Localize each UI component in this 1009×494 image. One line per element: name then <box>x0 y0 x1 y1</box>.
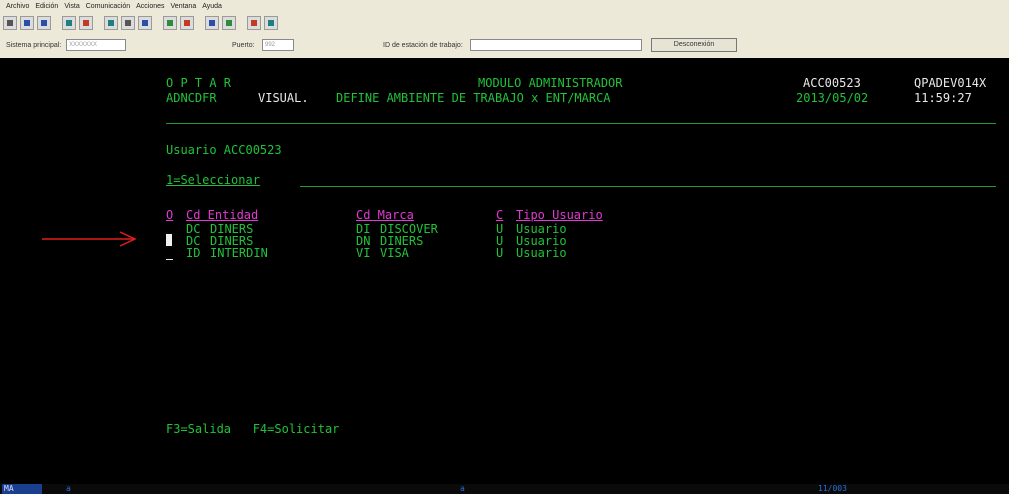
screen-mode: VISUAL. <box>258 91 309 105</box>
header-type: Tipo Usuario <box>516 208 603 222</box>
port-field[interactable]: 992 <box>262 39 294 51</box>
screen-module: MODULO ADMINISTRADOR <box>478 76 623 90</box>
display2-icon[interactable] <box>222 16 236 30</box>
option-separator <box>300 186 996 187</box>
paste-icon[interactable] <box>37 16 51 30</box>
annotation-arrow-icon <box>42 231 137 247</box>
port-label: Puerto: <box>232 42 255 49</box>
send-icon[interactable] <box>62 16 76 30</box>
header-type-code: C <box>496 208 504 222</box>
row2-option-cursor[interactable] <box>166 234 172 246</box>
screen-user-id: ACC00523 <box>803 76 861 90</box>
menu-bar: Archivo Edición Vista Comunicación Accio… <box>0 0 1009 12</box>
menu-comunicacion[interactable]: Comunicación <box>86 3 130 10</box>
header-entity: Cd Entidad <box>186 208 259 222</box>
menu-ayuda[interactable]: Ayuda <box>202 3 222 10</box>
status-indicator-2: a <box>460 484 465 493</box>
macro2-icon[interactable] <box>121 16 135 30</box>
screen-title: DEFINE AMBIENTE DE TRABAJO x ENT/MARCA <box>336 91 611 105</box>
macro-icon[interactable] <box>104 16 118 30</box>
screen-system-name: O P T A R <box>166 76 232 90</box>
row3-entity-code: ID <box>186 246 201 260</box>
print-icon[interactable] <box>3 16 17 30</box>
menu-acciones[interactable]: Acciones <box>136 3 164 10</box>
row3-type: Usuario <box>516 246 567 260</box>
row3-brand: VISA <box>380 246 409 260</box>
cursor-position: 11/003 <box>818 484 847 493</box>
header-separator <box>166 123 996 124</box>
row3-brand-code: VI <box>356 246 371 260</box>
row3-option-field[interactable] <box>166 259 173 260</box>
toolbar <box>0 12 1009 34</box>
globe-icon[interactable] <box>247 16 261 30</box>
menu-archivo[interactable]: Archivo <box>6 3 29 10</box>
user-line: Usuario ACC00523 <box>166 143 282 157</box>
row3-entity: INTERDIN <box>210 246 268 260</box>
screen-time: 11:59:27 <box>914 91 972 105</box>
option-hint: 1=Seleccionar <box>166 173 260 187</box>
disconnect-button[interactable]: Desconexión <box>651 38 737 52</box>
session-bar: Sistema principal: XXXXXXX Puerto: 992 I… <box>0 34 1009 59</box>
station-field[interactable] <box>470 39 642 51</box>
terminal-screen[interactable]: O P T A R MODULO ADMINISTRADOR ACC00523 … <box>0 58 1009 484</box>
menu-edicion[interactable]: Edición <box>35 3 58 10</box>
keyboard-icon[interactable] <box>163 16 177 30</box>
menu-ventana[interactable]: Ventana <box>171 3 197 10</box>
menu-vista[interactable]: Vista <box>64 3 79 10</box>
screen-device: QPADEV014X <box>914 76 987 90</box>
copy-icon[interactable] <box>20 16 34 30</box>
status-indicator-1: a <box>66 484 71 493</box>
color-icon[interactable] <box>138 16 152 30</box>
function-keys: F3=Salida F4=Solicitar <box>166 422 340 436</box>
status-bar: MA a a 11/003 <box>0 484 1009 494</box>
header-brand: Cd Marca <box>356 208 414 222</box>
display-icon[interactable] <box>205 16 219 30</box>
header-opt: O <box>166 208 174 222</box>
screen-program: ADNCDFR <box>166 91 217 105</box>
transfer-icon[interactable] <box>180 16 194 30</box>
receive-icon[interactable] <box>79 16 93 30</box>
row3-type-code: U <box>496 246 504 260</box>
screen-date: 2013/05/02 <box>796 91 869 105</box>
status-mode: MA <box>2 484 42 494</box>
settings-icon[interactable] <box>264 16 278 30</box>
system-label: Sistema principal: <box>6 42 62 49</box>
system-field[interactable]: XXXXXXX <box>66 39 126 51</box>
station-label: ID de estación de trabajo: <box>383 42 463 49</box>
